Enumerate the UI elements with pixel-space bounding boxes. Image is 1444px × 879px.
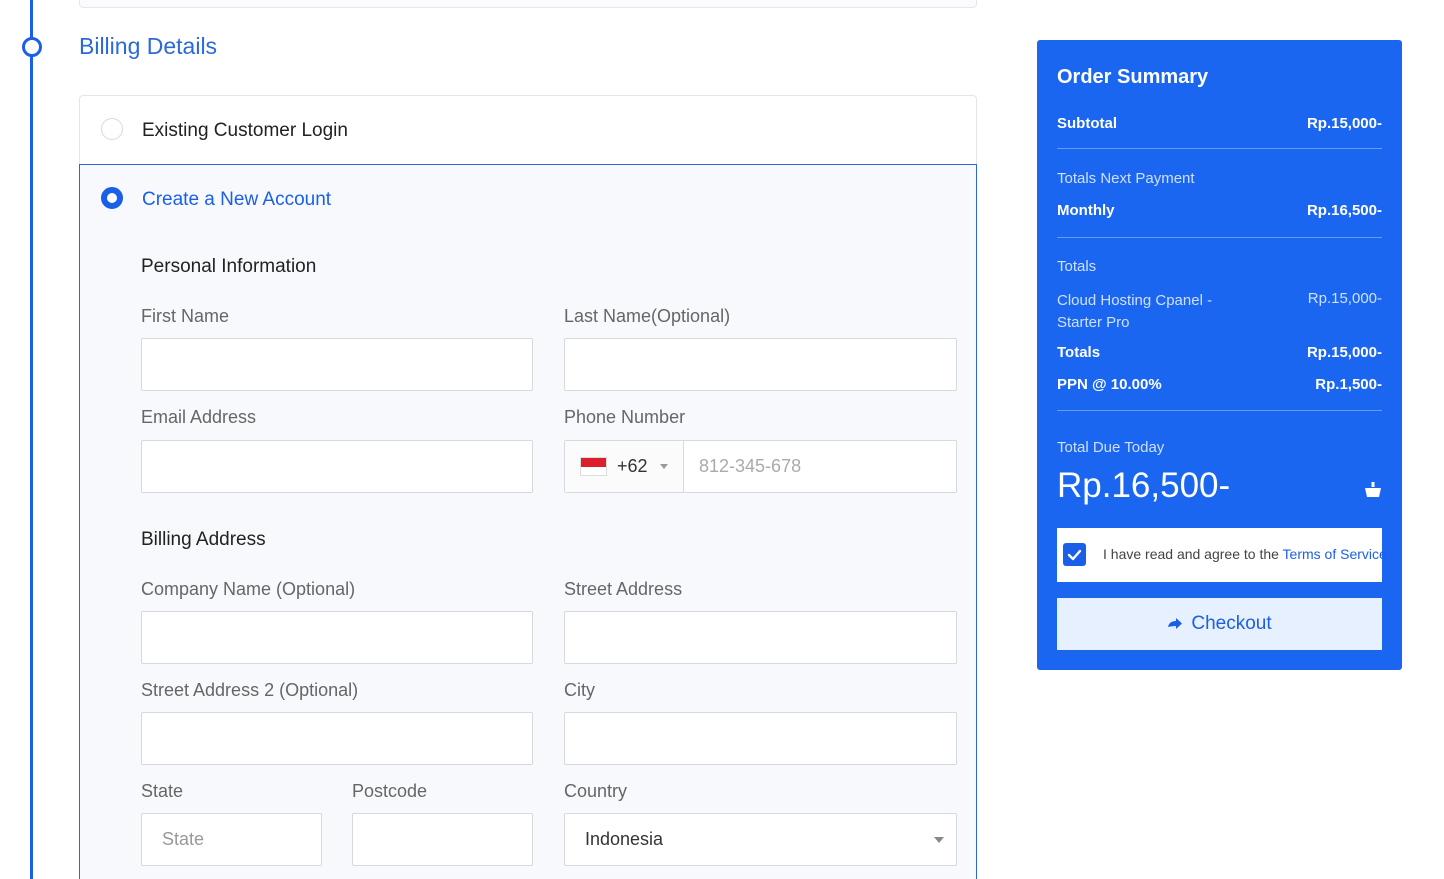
- postcode-input[interactable]: [352, 813, 533, 866]
- checkout-page: Billing Details Existing Customer Login …: [0, 0, 1444, 879]
- product-row: Cloud Hosting Cpanel - Starter Pro Rp.15…: [1057, 290, 1382, 334]
- street-address-2-input[interactable]: [141, 712, 533, 765]
- circle-step-icon: [22, 37, 42, 57]
- terms-text: I have read and agree to the: [1103, 546, 1283, 562]
- product-name-line2: Starter Pro: [1057, 314, 1130, 331]
- summary-divider: [1057, 148, 1382, 149]
- country-select[interactable]: Indonesia: [564, 813, 957, 866]
- totals-header: Totals: [1057, 258, 1097, 275]
- billing-details-title: Billing Details: [79, 33, 218, 59]
- checkout-label: Checkout: [1191, 613, 1272, 634]
- tax-value: Rp.1,500-: [1315, 376, 1382, 393]
- personal-information-heading: Personal Information: [141, 256, 317, 277]
- totals-value: Rp.15,000-: [1306, 344, 1382, 361]
- summary-divider: [1057, 237, 1382, 238]
- city-input[interactable]: [564, 712, 957, 765]
- next-payment-label: Totals Next Payment: [1057, 170, 1195, 187]
- company-name-label: Company Name (Optional): [141, 579, 356, 599]
- subtotal-value: Rp.15,000-: [1306, 115, 1382, 132]
- create-account-option[interactable]: Create a New Account Personal Informatio…: [79, 164, 977, 879]
- company-name-input[interactable]: [141, 611, 533, 664]
- monthly-label: Monthly: [1057, 202, 1115, 219]
- terms-checkbox[interactable]: [1063, 543, 1086, 566]
- total-due-amount: Rp.16,500-: [1057, 466, 1231, 505]
- existing-customer-radio[interactable]: [101, 118, 123, 140]
- last-name-input[interactable]: [564, 338, 957, 391]
- state-placeholder: State: [162, 829, 205, 849]
- product-value: Rp.15,000-: [1307, 290, 1382, 307]
- create-account-label: Create a New Account: [142, 189, 332, 210]
- checkout-button[interactable]: Checkout: [1057, 598, 1382, 650]
- street-address-2-label: Street Address 2 (Optional): [141, 680, 359, 700]
- order-summary-title: Order Summary: [1057, 66, 1209, 88]
- arrow-right-icon: [1168, 618, 1183, 629]
- email-label: Email Address: [141, 407, 257, 427]
- existing-customer-label: Existing Customer Login: [142, 120, 348, 141]
- subtotal-label: Subtotal: [1057, 115, 1117, 132]
- progress-timeline-line: [30, 0, 33, 879]
- summary-divider: [1057, 410, 1382, 411]
- totals-label: Totals: [1057, 344, 1101, 361]
- chevron-down-icon: [934, 837, 944, 843]
- terms-of-service-link[interactable]: Terms of Service: [1283, 546, 1387, 562]
- existing-customer-login-option[interactable]: Existing Customer Login: [79, 95, 977, 164]
- street-address-label: Street Address: [564, 579, 683, 599]
- state-label: State: [141, 781, 184, 801]
- billing-address-heading: Billing Address: [141, 529, 266, 550]
- first-name-label: First Name: [141, 306, 230, 326]
- check-icon: [1067, 549, 1082, 561]
- order-summary-panel: Order Summary Subtotal Rp.15,000- Totals…: [1037, 40, 1402, 670]
- last-name-label: Last Name(Optional): [564, 306, 731, 326]
- country-label: Country: [564, 781, 628, 801]
- phone-placeholder: 812-345-678: [699, 456, 802, 476]
- previous-section-card: [79, 0, 977, 8]
- phone-input[interactable]: +62 812-345-678: [564, 440, 957, 493]
- tax-label: PPN @ 10.00%: [1057, 376, 1162, 393]
- terms-agreement-box: I have read and agree to the Terms of Se…: [1057, 528, 1387, 582]
- phone-label: Phone Number: [564, 407, 686, 427]
- postcode-label: Postcode: [352, 781, 428, 801]
- state-input[interactable]: State: [141, 813, 322, 866]
- flag-indonesia-icon: [580, 457, 607, 476]
- email-input[interactable]: [141, 440, 533, 493]
- country-code-value: +62: [617, 456, 648, 476]
- product-name-line1: Cloud Hosting Cpanel -: [1057, 292, 1213, 309]
- country-code-dropdown[interactable]: +62: [565, 441, 684, 492]
- total-due-label: Total Due Today: [1057, 439, 1165, 456]
- caret-down-icon: [660, 464, 668, 469]
- first-name-input[interactable]: [141, 338, 533, 391]
- create-account-radio[interactable]: [101, 187, 123, 209]
- monthly-value: Rp.16,500-: [1306, 202, 1382, 219]
- street-address-input[interactable]: [564, 611, 957, 664]
- cart-icon[interactable]: [1364, 481, 1382, 499]
- city-label: City: [564, 680, 595, 700]
- country-select-value: Indonesia: [585, 829, 664, 849]
